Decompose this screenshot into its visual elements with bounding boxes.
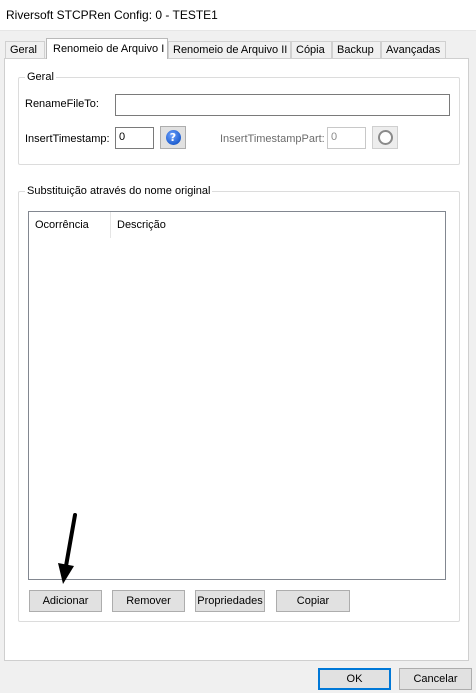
tab-copia[interactable]: Cópia xyxy=(291,41,332,58)
substituicao-legend: Substituição através do nome original xyxy=(27,185,211,197)
tab-backup[interactable]: Backup xyxy=(332,41,381,58)
cancel-button[interactable]: Cancelar xyxy=(399,668,472,690)
tab-strip: Geral Renomeio de Arquivo I Renomeio de … xyxy=(0,38,476,59)
tab-geral[interactable]: Geral xyxy=(5,41,45,58)
timestamp-input[interactable]: 0 xyxy=(115,127,154,149)
timestamp-part-help-button[interactable]: ? xyxy=(372,126,398,149)
timestamp-help-button[interactable]: ? xyxy=(160,126,186,149)
tab-renomeio-ii[interactable]: Renomeio de Arquivo II xyxy=(168,41,291,58)
rename-input[interactable] xyxy=(115,94,450,116)
tab-avancadas[interactable]: Avançadas xyxy=(381,41,446,58)
adicionar-button[interactable]: Adicionar xyxy=(29,590,102,612)
title-bar: Riversoft STCPRen Config: 0 - TESTE1 xyxy=(0,0,476,31)
geral-legend: Geral xyxy=(27,71,54,83)
column-header-descricao[interactable]: Descrição xyxy=(111,212,311,238)
tab-renomeio-i[interactable]: Renomeio de Arquivo I xyxy=(46,38,168,59)
question-icon: ? xyxy=(165,130,181,145)
timestamp-part-input[interactable]: 0 xyxy=(327,127,366,149)
column-header-ocorrencia[interactable]: Ocorrência xyxy=(29,212,111,238)
window-title: Riversoft STCPRen Config: 0 - TESTE1 xyxy=(6,8,218,22)
rename-label: RenameFileTo: xyxy=(25,98,99,110)
geral-group: Geral xyxy=(18,71,460,165)
copiar-button[interactable]: Copiar xyxy=(276,590,350,612)
timestamp-label: InsertTimestamp: xyxy=(25,133,110,145)
propriedades-button[interactable]: Propriedades xyxy=(195,590,265,612)
disabled-help-icon: ? xyxy=(377,130,393,145)
remover-button[interactable]: Remover xyxy=(112,590,185,612)
substituicao-list[interactable]: Ocorrência Descrição xyxy=(28,211,446,580)
ok-button[interactable]: OK xyxy=(318,668,391,690)
timestamp-part-label: InsertTimestampPart: xyxy=(220,133,325,145)
